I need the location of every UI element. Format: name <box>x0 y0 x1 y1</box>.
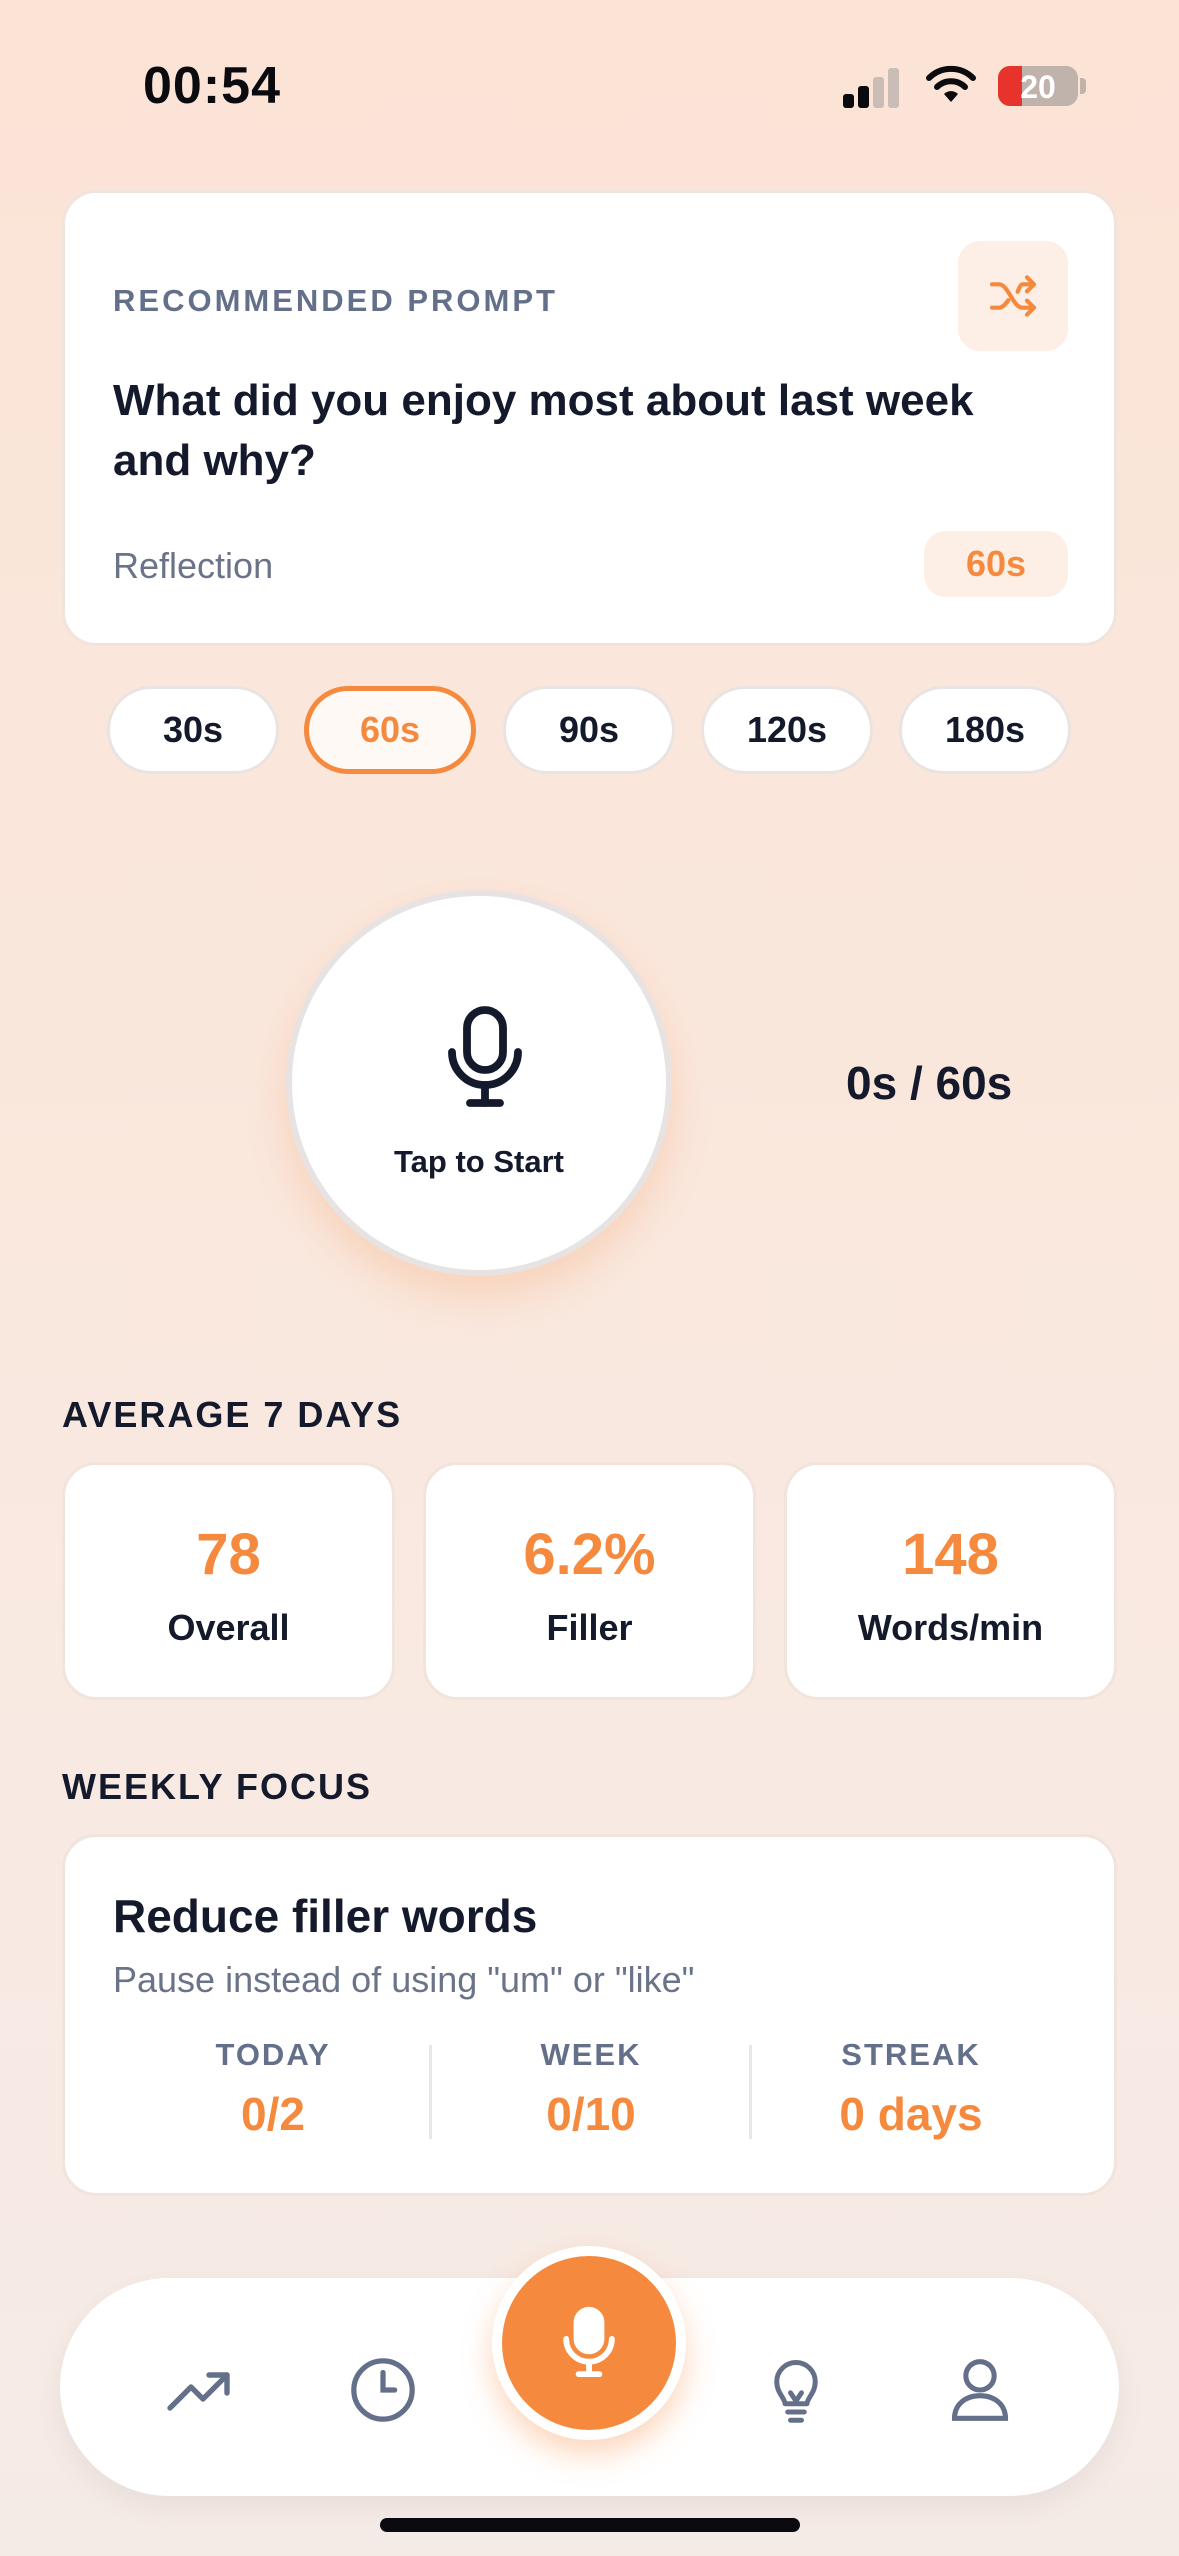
focus-metric-value: 0/2 <box>241 2088 305 2140</box>
stat-value: 78 <box>196 1522 261 1587</box>
focus-metric-label: STREAK <box>841 2037 981 2072</box>
tab-profile[interactable] <box>940 2350 1020 2430</box>
stat-label: Filler <box>546 1607 633 1648</box>
focus-metric-value: 0 days <box>839 2088 983 2140</box>
focus-metric-value: 0/10 <box>546 2088 636 2140</box>
stat-card-words-per-min: 148 Words/min <box>784 1462 1117 1700</box>
recording-timer: 0s / 60s <box>846 1057 1013 1109</box>
divider <box>429 2045 432 2139</box>
home-indicator <box>380 2518 800 2532</box>
divider <box>749 2045 752 2139</box>
focus-metric-week: WEEK 0/10 <box>441 2037 741 2141</box>
focus-card-title: Reduce filler words <box>113 1890 538 1942</box>
duration-option-60s[interactable]: 60s <box>304 686 476 774</box>
weekly-focus-title: WEEKLY FOCUS <box>62 1766 373 1807</box>
battery-icon: 20 <box>998 66 1078 106</box>
focus-metric-label: TODAY <box>215 2037 331 2072</box>
focus-metric-today: TODAY 0/2 <box>123 2037 423 2141</box>
stat-card-filler: 6.2% Filler <box>423 1462 756 1700</box>
stat-label: Words/min <box>857 1607 1044 1648</box>
focus-card-subtitle: Pause instead of using "um" or "like" <box>113 1959 695 2000</box>
focus-metric-streak: STREAK 0 days <box>761 2037 1061 2141</box>
tab-history[interactable] <box>343 2350 423 2430</box>
prompt-text: What did you enjoy most about last week … <box>113 376 974 485</box>
tab-record[interactable] <box>492 2246 686 2440</box>
lightbulb-icon <box>774 2360 818 2423</box>
tap-to-start-label: Tap to Start <box>394 1144 564 1179</box>
tab-progress[interactable] <box>160 2350 240 2430</box>
duration-option-90s[interactable]: 90s <box>503 686 675 774</box>
microphone-icon <box>448 1006 522 1107</box>
profile-icon <box>951 2359 1009 2421</box>
average-section-title: AVERAGE 7 DAYS <box>62 1394 403 1435</box>
duration-option-180s[interactable]: 180s <box>899 686 1071 774</box>
weekly-focus-card: Reduce filler words Pause instead of usi… <box>62 1834 1117 2196</box>
prompt-card: RECOMMENDED PROMPT What did you enjoy mo… <box>62 190 1117 646</box>
tab-tips[interactable] <box>756 2350 836 2430</box>
microphone-icon <box>563 2306 615 2378</box>
status-time: 00:54 <box>143 57 281 115</box>
duration-option-120s[interactable]: 120s <box>701 686 873 774</box>
shuffle-prompt-button[interactable] <box>958 241 1068 351</box>
prompt-label: RECOMMENDED PROMPT <box>113 283 558 318</box>
wifi-icon <box>926 65 976 102</box>
prompt-category: Reflection <box>113 545 274 586</box>
stat-label: Overall <box>167 1607 290 1648</box>
cellular-signal-icon <box>843 64 901 108</box>
clock-icon <box>351 2358 415 2422</box>
prompt-duration-badge: 60s <box>924 531 1068 597</box>
trending-up-icon <box>167 2372 230 2411</box>
stat-card-overall: 78 Overall <box>62 1462 395 1700</box>
stat-value: 6.2% <box>523 1522 656 1587</box>
record-button[interactable]: Tap to Start <box>286 890 672 1276</box>
shuffle-icon <box>989 275 1037 317</box>
duration-option-30s[interactable]: 30s <box>107 686 279 774</box>
battery-level: 20 <box>1020 69 1056 105</box>
stat-value: 148 <box>902 1522 999 1587</box>
focus-metric-label: WEEK <box>540 2037 642 2072</box>
